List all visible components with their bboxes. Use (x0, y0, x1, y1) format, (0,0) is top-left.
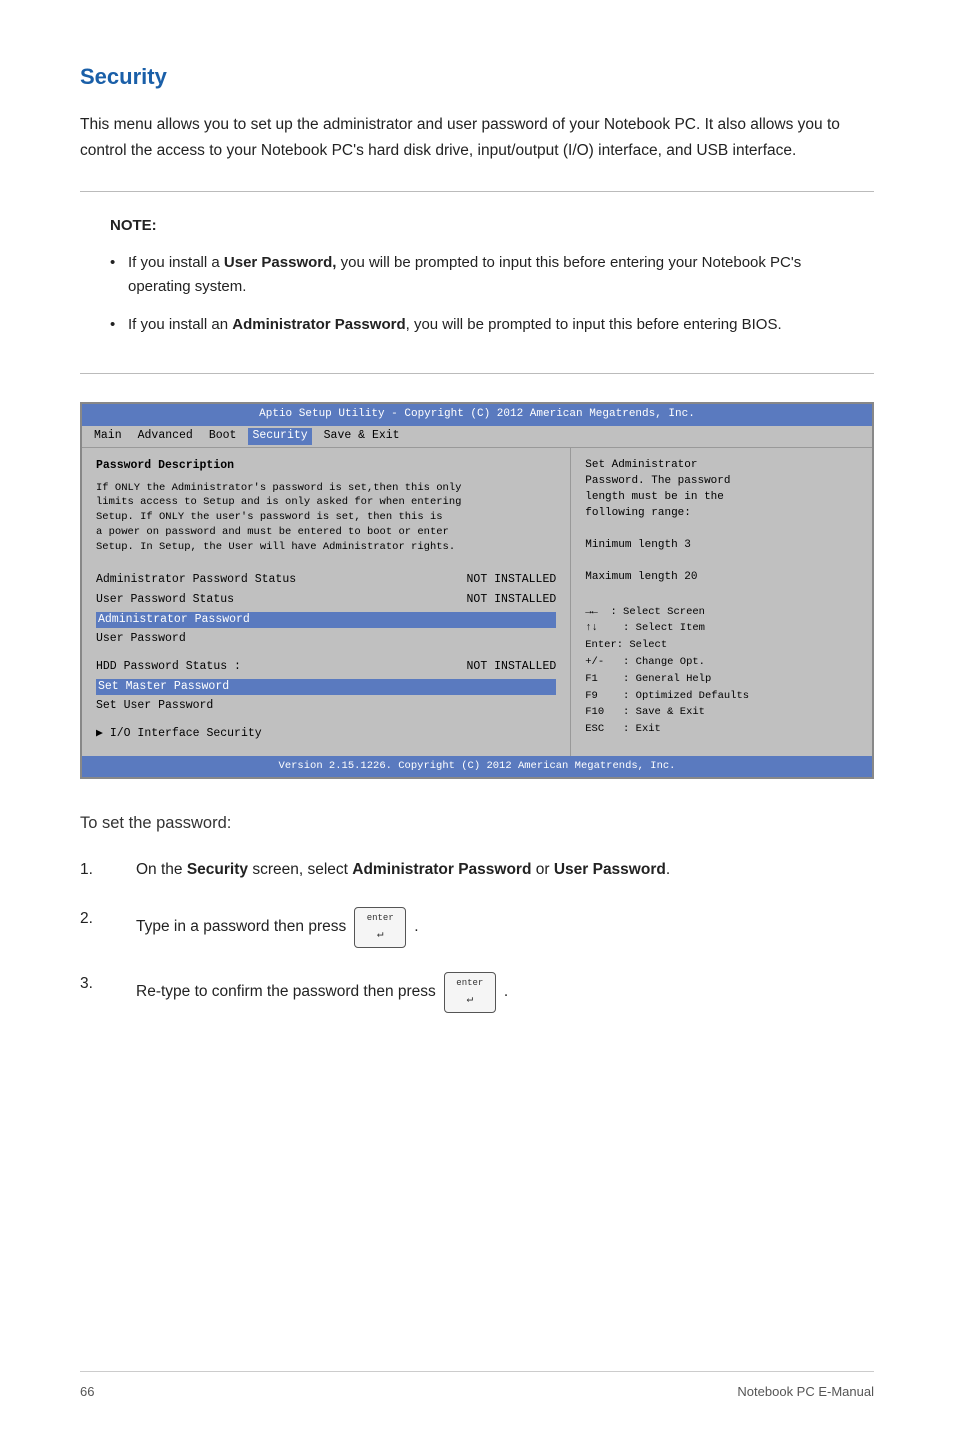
step-2-text-before: Type in a password then press (136, 915, 346, 940)
bios-menu-security: Security (248, 428, 311, 445)
enter-key-inner-3: enter ↵ (456, 976, 483, 1009)
intro-text: This menu allows you to set up the admin… (80, 112, 874, 163)
list-item: 2. Type in a password then press enter ↵… (80, 907, 874, 948)
bios-label-io-security: ▶ I/O Interface Security (96, 726, 262, 743)
note-label: NOTE: (110, 214, 844, 237)
bios-label-admin-password: Administrator Password (98, 612, 250, 629)
bios-menu-save: Save & Exit (320, 428, 404, 445)
bios-menu-boot: Boot (205, 428, 241, 445)
list-item: If you install a User Password, you will… (110, 251, 844, 299)
note-item-2-after: , you will be prompted to input this bef… (406, 316, 782, 333)
bios-menu-bar: Main Advanced Boot Security Save & Exit (82, 426, 872, 448)
page-title: Security (80, 60, 874, 94)
bios-label-admin-status: Administrator Password Status (96, 572, 296, 589)
bios-row-set-master: Set Master Password (96, 679, 556, 696)
list-item: 1. On the Security screen, select Admini… (80, 858, 874, 883)
bios-left-panel: Password Description If ONLY the Adminis… (82, 448, 571, 755)
bios-label-set-master: Set Master Password (98, 679, 229, 696)
step-2-content: Type in a password then press enter ↵ . (136, 907, 874, 948)
bios-title-bar: Aptio Setup Utility - Copyright (C) 2012… (82, 404, 872, 426)
bios-label-hdd-status: HDD Password Status : (96, 659, 241, 676)
bios-menu-main: Main (90, 428, 126, 445)
step-num-1: 1. (80, 858, 108, 883)
note-item-1-before: If you install a (128, 254, 224, 271)
bios-description: If ONLY the Administrator's password is … (96, 481, 556, 554)
note-list: If you install a User Password, you will… (110, 251, 844, 337)
bios-menu-advanced: Advanced (134, 428, 197, 445)
enter-key-3: enter ↵ (444, 972, 496, 1013)
enter-arrow-3: ↵ (466, 992, 473, 1010)
bios-row-io-security: ▶ I/O Interface Security (96, 726, 556, 743)
bios-right-info: Set Administrator Password. The password… (585, 458, 858, 586)
note-item-2-before: If you install an (128, 316, 232, 333)
page-footer: 66 Notebook PC E-Manual (80, 1371, 874, 1402)
step-3-content: Re-type to confirm the password then pre… (136, 972, 874, 1013)
step-2-text-after: . (414, 915, 418, 940)
enter-arrow: ↵ (377, 927, 384, 945)
bios-row-admin-status: Administrator Password Status NOT INSTAL… (96, 572, 556, 589)
step-1-content: On the Security screen, select Administr… (136, 858, 874, 883)
bios-row-user-status: User Password Status NOT INSTALLED (96, 592, 556, 609)
step-3-text-before: Re-type to confirm the password then pre… (136, 980, 436, 1005)
bios-section-title: Password Description (96, 458, 556, 475)
bios-label-user-password: User Password (96, 631, 186, 648)
bios-value-user-status: NOT INSTALLED (467, 592, 557, 609)
bios-label-user-status: User Password Status (96, 592, 234, 609)
bios-footer: Version 2.15.1226. Copyright (C) 2012 Am… (82, 756, 872, 777)
footer-title: Notebook PC E-Manual (737, 1382, 874, 1402)
footer-page-num: 66 (80, 1382, 94, 1402)
step-1-bold-user: User Password (554, 861, 666, 878)
step-num-2: 2. (80, 907, 108, 932)
bios-right-panel: Set Administrator Password. The password… (571, 448, 872, 755)
bios-value-admin-status: NOT INSTALLED (467, 572, 557, 589)
enter-key-inner: enter ↵ (367, 911, 394, 944)
step-1-bold-security: Security (187, 861, 248, 878)
step-1-bold-admin: Administrator Password (352, 861, 531, 878)
list-item: 3. Re-type to confirm the password then … (80, 972, 874, 1013)
bios-row-hdd-status: HDD Password Status : NOT INSTALLED (96, 659, 556, 676)
page: Security This menu allows you to set up … (0, 0, 954, 1438)
bios-label-set-user: Set User Password (96, 698, 213, 715)
note-item-1-bold: User Password, (224, 254, 337, 271)
list-item: If you install an Administrator Password… (110, 313, 844, 337)
step-3-text-after: . (504, 980, 508, 1005)
note-box: NOTE: If you install a User Password, yo… (80, 191, 874, 374)
step-1-text: On the Security screen, select Administr… (136, 858, 670, 883)
bios-screenshot: Aptio Setup Utility - Copyright (C) 2012… (80, 402, 874, 778)
note-item-2-bold: Administrator Password (232, 316, 405, 333)
step-num-3: 3. (80, 972, 108, 997)
bios-hint: →← : Select Screen ↑↓ : Select Item Ente… (585, 604, 858, 738)
steps-title: To set the password: (80, 811, 874, 837)
bios-row-admin-password: Administrator Password (96, 612, 556, 629)
enter-key-2: enter ↵ (354, 907, 406, 948)
steps-list: 1. On the Security screen, select Admini… (80, 858, 874, 1013)
bios-body: Password Description If ONLY the Adminis… (82, 448, 872, 755)
enter-label: enter (367, 911, 394, 925)
bios-row-user-password: User Password (96, 631, 556, 648)
enter-label-3: enter (456, 976, 483, 990)
bios-value-hdd-status: NOT INSTALLED (467, 659, 557, 676)
bios-row-set-user: Set User Password (96, 698, 556, 715)
